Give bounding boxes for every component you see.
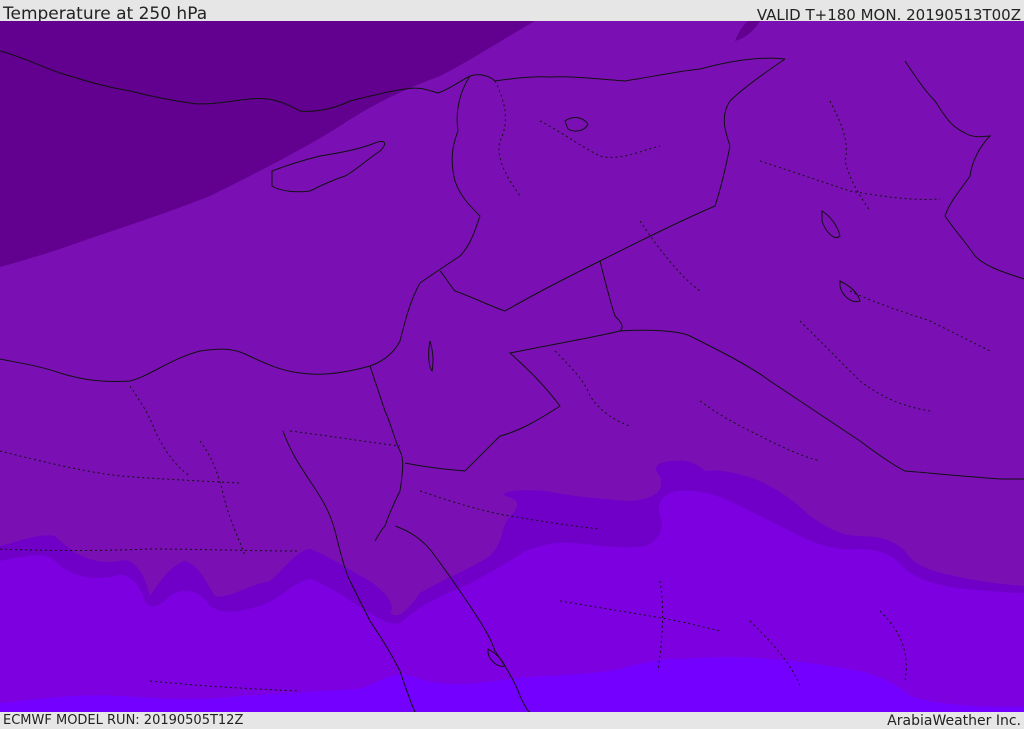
map-canvas: [0, 21, 1024, 712]
footer-bar: ECMWF MODEL RUN: 20190505T12Z ArabiaWeat…: [0, 712, 1024, 729]
model-run-label: ECMWF MODEL RUN: 20190505T12Z: [3, 713, 244, 728]
temperature-map[interactable]: [0, 21, 1024, 712]
map-frame: Temperature at 250 hPa VALID T+180 MON. …: [0, 0, 1024, 729]
credit-label: ArabiaWeather Inc.: [887, 713, 1021, 729]
header-bar: Temperature at 250 hPa VALID T+180 MON. …: [0, 0, 1024, 24]
